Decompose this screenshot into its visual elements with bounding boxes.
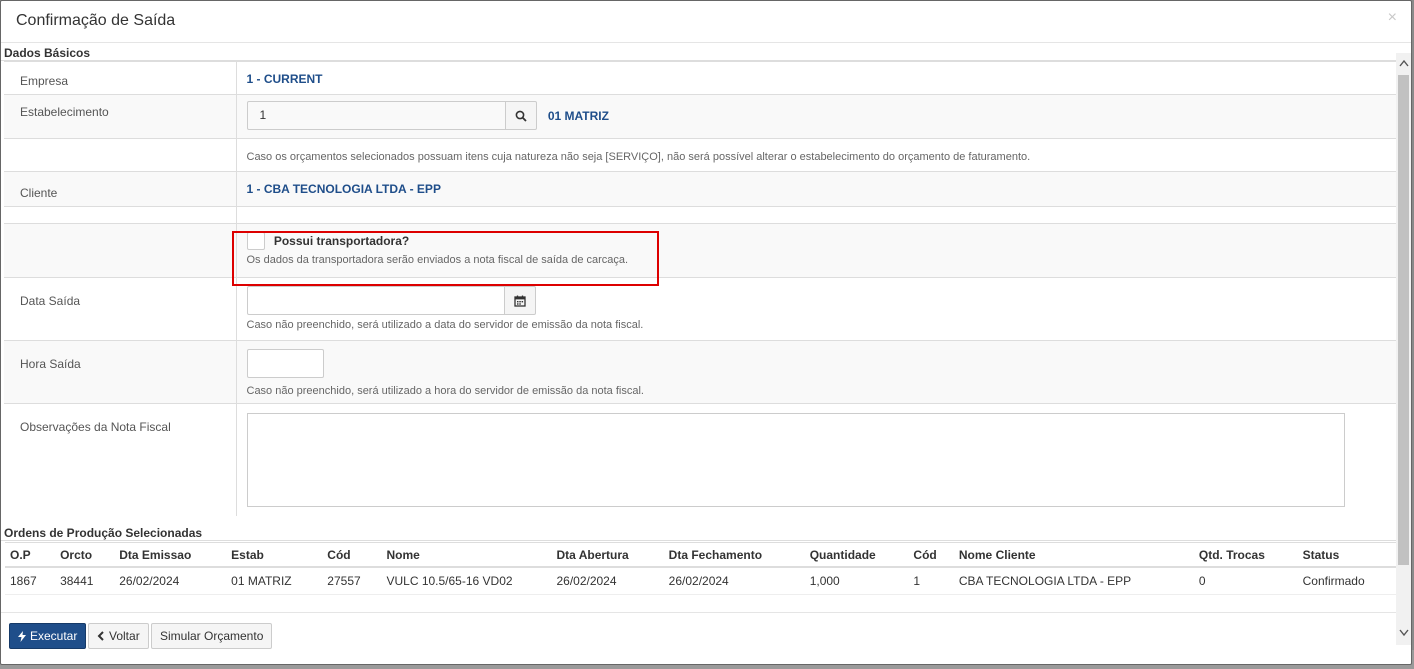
cell-dta-fechamento: 26/02/2024: [663, 567, 805, 595]
table-row[interactable]: 1867 38441 26/02/2024 01 MATRIZ 27557 VU…: [5, 567, 1396, 595]
row-cliente: Cliente 1 - CBA TECNOLOGIA LTDA - EPP: [4, 171, 1397, 207]
row-hora-saida: Hora Saída Caso não preenchido, será uti…: [4, 340, 1397, 404]
scroll-up-icon[interactable]: [1396, 55, 1411, 71]
modal-footer: Executar Voltar Simular Orçamento: [1, 612, 1397, 657]
cell-op: 1867: [5, 567, 56, 595]
observacoes-label: Observações da Nota Fiscal: [4, 403, 236, 516]
basic-data-form: Empresa 1 - CURRENT Estabelecimento 1 01…: [4, 61, 1397, 516]
col-estab[interactable]: Estab: [226, 542, 323, 568]
cell-cod: 27557: [322, 567, 382, 595]
hora-saida-help: Caso não preenchido, será utilizado a ho…: [246, 385, 644, 397]
form-scroll-area: Dados Básicos Empresa 1 - CURRENT Estabe…: [1, 46, 1397, 524]
estabelecimento-search-button[interactable]: [505, 101, 537, 130]
cell-dta-emissao: 26/02/2024: [114, 567, 227, 595]
row-transportadora: Possui transportadora? Os dados da trans…: [4, 223, 1397, 278]
col-dta-abertura[interactable]: Dta Abertura: [551, 542, 664, 568]
estabelecimento-input-group: 1: [246, 101, 537, 130]
back-label: Voltar: [109, 629, 140, 643]
col-cod[interactable]: Cód: [322, 542, 382, 568]
cell-quantidade: 1,000: [804, 567, 909, 595]
execute-button[interactable]: Executar: [9, 623, 87, 649]
cliente-value: 1 - CBA TECNOLOGIA LTDA - EPP: [246, 182, 441, 196]
transportadora-help: Os dados da transportadora serão enviado…: [246, 254, 629, 266]
calendar-button[interactable]: [504, 286, 536, 315]
cell-qtd-trocas: 0: [1193, 567, 1298, 595]
col-dta-fechamento[interactable]: Dta Fechamento: [663, 542, 805, 568]
col-dta-emissao[interactable]: Dta Emissao: [114, 542, 227, 568]
chevron-left-icon: [97, 631, 104, 641]
cell-orcto: 38441: [55, 567, 115, 595]
col-op[interactable]: O.P: [5, 542, 56, 568]
exit-confirmation-modal: Confirmação de Saída × Dados Básicos Emp…: [0, 0, 1412, 665]
col-status[interactable]: Status: [1297, 542, 1396, 568]
data-saida-label: Data Saída: [4, 277, 236, 341]
estabelecimento-label: Estabelecimento: [4, 94, 236, 139]
col-quantidade[interactable]: Quantidade: [804, 542, 909, 568]
estabelecimento-input[interactable]: 1: [246, 101, 506, 130]
transportadora-label: Possui transportadora?: [273, 234, 410, 248]
cell-nome: VULC 10.5/65-16 VD02: [381, 567, 552, 595]
simulate-label: Simular Orçamento: [160, 629, 264, 643]
hora-saida-input[interactable]: [246, 349, 324, 378]
scrollbar-thumb[interactable]: [1398, 75, 1409, 565]
bolt-icon: [18, 630, 26, 642]
observacoes-textarea[interactable]: [246, 413, 1345, 507]
modal-title: Confirmação de Saída: [16, 12, 176, 29]
row-spacer: [4, 206, 1397, 224]
empresa-value: 1 - CURRENT: [246, 72, 323, 86]
close-icon[interactable]: ×: [1388, 9, 1397, 27]
row-estab-note: Caso os orçamentos selecionados possuam …: [4, 138, 1397, 172]
row-data-saida: Data Saída Caso não preenchido, será uti…: [4, 277, 1397, 341]
data-saida-help: Caso não preenchido, será utilizado a da…: [246, 319, 644, 331]
simulate-budget-button[interactable]: Simular Orçamento: [151, 623, 273, 649]
cell-status: Confirmado: [1297, 567, 1396, 595]
modal-header: Confirmação de Saída ×: [1, 1, 1411, 43]
cliente-label: Cliente: [4, 171, 236, 207]
calendar-icon: [513, 295, 526, 307]
col-nome-cliente[interactable]: Nome Cliente: [953, 542, 1194, 568]
cell-cod-cliente: 1: [908, 567, 954, 595]
cell-estab: 01 MATRIZ: [226, 567, 323, 595]
orders-header-row: O.P Orcto Dta Emissao Estab Cód Nome Dta…: [5, 542, 1396, 568]
section-title-basic: Dados Básicos: [1, 46, 1397, 61]
cell-nome-cliente: CBA TECNOLOGIA LTDA - EPP: [953, 567, 1194, 595]
hora-saida-label: Hora Saída: [4, 340, 236, 404]
cell-dta-abertura: 26/02/2024: [551, 567, 664, 595]
search-icon: [515, 110, 527, 122]
transportadora-checkbox[interactable]: [246, 232, 265, 250]
scroll-down-icon[interactable]: [1396, 625, 1411, 641]
execute-label: Executar: [30, 629, 78, 643]
col-cod-cliente[interactable]: Cód: [908, 542, 954, 568]
data-saida-input[interactable]: [246, 286, 505, 315]
row-observacoes: Observações da Nota Fiscal: [4, 403, 1397, 516]
section-title-orders: Ordens de Produção Selecionadas: [1, 526, 1397, 541]
estabelecimento-value: 01 MATRIZ: [547, 108, 609, 123]
row-empresa: Empresa 1 - CURRENT: [4, 61, 1397, 95]
vertical-scrollbar[interactable]: [1396, 53, 1411, 645]
data-saida-input-group: [246, 286, 536, 315]
estabelecimento-note: Caso os orçamentos selecionados possuam …: [246, 151, 1031, 163]
col-qtd-trocas[interactable]: Qtd. Trocas: [1193, 542, 1298, 568]
back-button[interactable]: Voltar: [88, 623, 149, 649]
row-estabelecimento: Estabelecimento 1 01 MATRIZ: [4, 94, 1397, 139]
orders-table: O.P Orcto Dta Emissao Estab Cód Nome Dta…: [5, 542, 1396, 595]
col-orcto[interactable]: Orcto: [55, 542, 115, 568]
empresa-label: Empresa: [4, 61, 236, 95]
col-nome[interactable]: Nome: [381, 542, 552, 568]
